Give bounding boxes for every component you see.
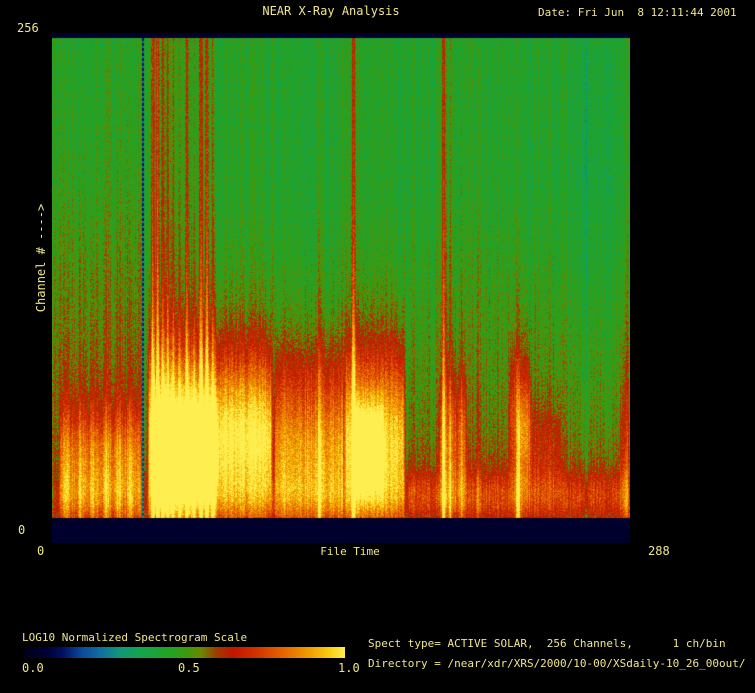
page-title: NEAR X-Ray Analysis	[262, 4, 399, 18]
colorbar-tick-mid: 0.5	[178, 661, 200, 675]
y-axis-min-tick: 0	[18, 523, 25, 537]
x-axis-title: File Time	[320, 545, 380, 559]
colorbar-gradient	[24, 647, 345, 658]
y-axis-max-tick: 256	[17, 21, 39, 35]
colorbar-tick-max: 1.0	[338, 661, 360, 675]
colorbar-tick-min: 0.0	[22, 661, 44, 675]
spect-type-info: Spect type= ACTIVE SOLAR, 256 Channels, …	[368, 637, 726, 651]
x-axis-min-tick: 0	[37, 544, 44, 558]
date-label: Date: Fri Jun 8 12:11:44 2001	[538, 6, 737, 20]
near-xray-analysis-window: NEAR X-Ray Analysis Date: Fri Jun 8 12:1…	[0, 0, 755, 693]
spectrogram-image	[52, 33, 630, 543]
colorbar-title: LOG10 Normalized Spectrogram Scale	[22, 631, 247, 645]
directory-info: Directory = /near/xdr/XRS/2000/10-00/XSd…	[368, 657, 746, 671]
x-axis-max-tick: 288	[648, 544, 670, 558]
y-axis-title: Channel # ---->	[34, 204, 48, 312]
